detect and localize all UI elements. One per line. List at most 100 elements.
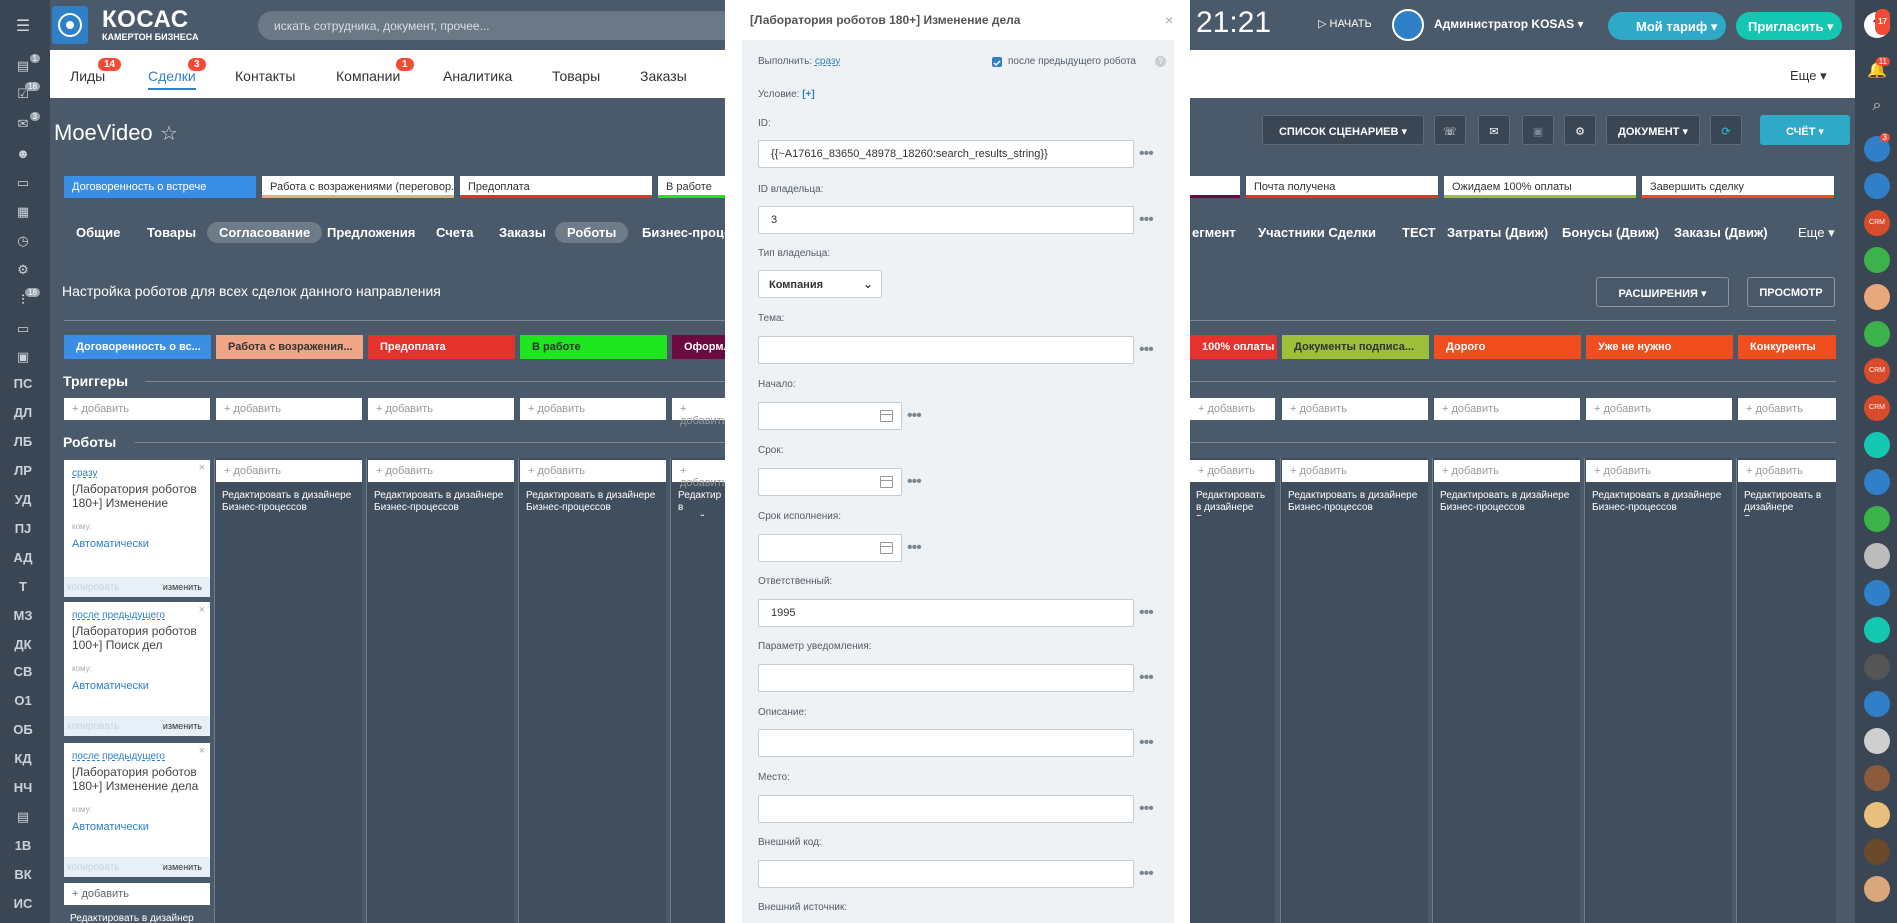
id-input[interactable]: {{~A17616_83650_48978_18260:search_resul… [758,140,1134,168]
close-icon[interactable]: × [199,604,205,616]
add-trigger-button[interactable]: + добавить [1282,398,1428,420]
chat-avatar[interactable] [1864,432,1890,458]
tariff-button[interactable]: Мой тариф ▾ [1608,12,1726,40]
preview-button[interactable]: ПРОСМОТР [1747,277,1835,307]
menu-item-analytics[interactable]: Аналитика [443,68,512,84]
sidebar-letter[interactable]: МЗ [0,608,46,623]
bp-designer-link[interactable]: Редактировать в дизайнере Бизнес-процесс… [1592,490,1728,516]
logo-icon[interactable] [52,6,88,44]
exec-deadline-input[interactable] [758,534,902,562]
add-robot-button[interactable]: + добавить [520,460,666,482]
chat-avatar[interactable] [1864,543,1890,569]
more-dots-icon[interactable]: ••• [1139,801,1154,817]
tasks-icon[interactable]: ☑ 18 [0,82,46,102]
sidebar-letter[interactable]: Т [0,579,46,594]
user-menu[interactable]: Администратор KOSAS ▾ [1434,17,1583,31]
more-dots-icon[interactable]: ••• [907,408,922,424]
copy-link[interactable]: копировать [67,721,120,732]
add-trigger-button[interactable]: + добавить [1738,398,1836,420]
close-icon[interactable]: × [1165,12,1173,28]
edit-link[interactable]: изменить [163,721,202,731]
chat-avatar[interactable] [1864,247,1890,273]
menu-item-leads[interactable]: Лиды 14 [70,58,122,84]
tab-products[interactable]: Товары [135,222,208,243]
chat-avatar[interactable] [1864,580,1890,606]
bp-designer-link[interactable]: Редактировать в дизайнере Бизнес-процесс… [678,490,721,516]
group-icon[interactable]: ☻ [0,146,46,161]
responsible-input[interactable]: 1995 [758,599,1134,627]
tab-bp[interactable]: Бизнес-процессы [630,222,725,243]
description-input[interactable] [758,729,1134,757]
chat-avatar[interactable] [1864,173,1890,199]
tab-general[interactable]: Общие [64,222,132,243]
refresh-icon[interactable]: ⟳ [1710,115,1742,145]
tab-offers[interactable]: Предложения [315,222,427,243]
close-icon[interactable]: × [199,745,205,757]
menu-item-contacts[interactable]: Контакты [235,68,295,84]
chat-avatar[interactable] [1864,802,1890,828]
gear-icon[interactable]: ⚙ [1564,115,1596,145]
stage-partial[interactable] [1190,176,1240,198]
start-date-input[interactable] [758,402,902,430]
bp-designer-link[interactable]: Редактировать в дизайнере Бизнес-процесс… [1196,490,1271,516]
chat-avatar[interactable] [1864,506,1890,532]
stage-4[interactable]: Почта получена [1246,176,1438,198]
close-icon[interactable]: × [199,462,205,474]
crm-avatar[interactable]: CRM [1864,210,1890,236]
sidebar-letter[interactable]: ДЛ [0,405,46,420]
feed-icon[interactable]: ▤ 1 [0,54,46,74]
doc-icon[interactable]: ▤ [0,809,46,825]
sidebar-letter[interactable]: УД [0,492,46,507]
chat-avatar[interactable]: 3 [1864,133,1890,162]
sidebar-letter[interactable]: КД [0,751,46,766]
menu-icon[interactable]: ☰ [0,16,46,36]
tab-orders-dv[interactable]: Заказы (Движ) [1662,222,1780,243]
drive-icon[interactable]: ▭ [0,175,46,191]
edit-link[interactable]: изменить [163,862,202,872]
subject-input[interactable] [758,336,1134,364]
add-trigger-button[interactable]: + добавить [672,398,727,427]
photo-icon[interactable]: ▣ [0,349,46,365]
calendar-icon[interactable] [880,476,893,488]
copy-link[interactable]: копировать [67,862,120,873]
chat-icon[interactable]: ✉ 3 [0,112,46,132]
tab-segment[interactable]: егмент [1180,222,1248,243]
calendar-icon[interactable] [880,542,893,554]
tab-costs[interactable]: Затраты (Движ) [1435,222,1560,243]
tab-orders[interactable]: Заказы [487,222,558,243]
mail-icon[interactable]: ✉ [1478,115,1510,145]
sidebar-letter[interactable]: ДК [0,637,46,652]
crm-avatar[interactable]: CRM [1864,358,1890,384]
avatar[interactable] [1392,9,1424,41]
add-condition-link[interactable]: [+] [802,89,815,100]
deadline-input[interactable] [758,468,902,496]
tab-bonus[interactable]: Бонусы (Движ) [1550,222,1671,243]
menu-item-products[interactable]: Товары [552,68,600,84]
stage-6[interactable]: Завершить сделку [1642,176,1834,198]
phone-icon[interactable]: ☏ [1434,115,1466,145]
tab-approval[interactable]: Согласование [207,222,323,243]
more-dots-icon[interactable]: ••• [1139,342,1154,358]
add-trigger-button[interactable]: + добавить [368,398,514,420]
external-code-input[interactable] [758,860,1134,888]
sidebar-letter[interactable]: ЛБ [0,434,46,449]
invoice-button[interactable]: СЧЁТ ▾ [1760,115,1850,145]
chat-avatar[interactable] [1864,321,1890,347]
add-trigger-button[interactable]: + добавить [1434,398,1580,420]
robot-timing-link[interactable]: сразу [72,468,97,479]
menu-item-deals[interactable]: Сделки 3 [148,58,206,90]
bp-designer-link[interactable]: Редактировать в дизайнер [70,913,194,923]
sidebar-letter[interactable]: ВК [0,867,46,882]
robot-timing-link[interactable]: после предыдущего [72,610,165,621]
extensions-button[interactable]: РАСШИРЕНИЯ ▾ [1596,277,1729,307]
add-robot-button[interactable]: + добавить [1190,460,1275,482]
more-dots-icon[interactable]: ••• [907,540,922,556]
bp-designer-link[interactable]: Редактировать в дизайнере Бизнес-процесс… [374,490,510,516]
more-dots-icon[interactable]: ••• [1139,146,1154,162]
tab-invoices[interactable]: Счета [424,222,485,243]
chat-avatar[interactable] [1864,839,1890,865]
filter-icon[interactable]: ⫶ 18 [0,288,46,308]
sidebar-letter[interactable]: ПС [0,376,46,391]
more-dots-icon[interactable]: ••• [1139,212,1154,228]
scenarios-button[interactable]: СПИСОК СЦЕНАРИЕВ ▾ [1262,115,1424,145]
